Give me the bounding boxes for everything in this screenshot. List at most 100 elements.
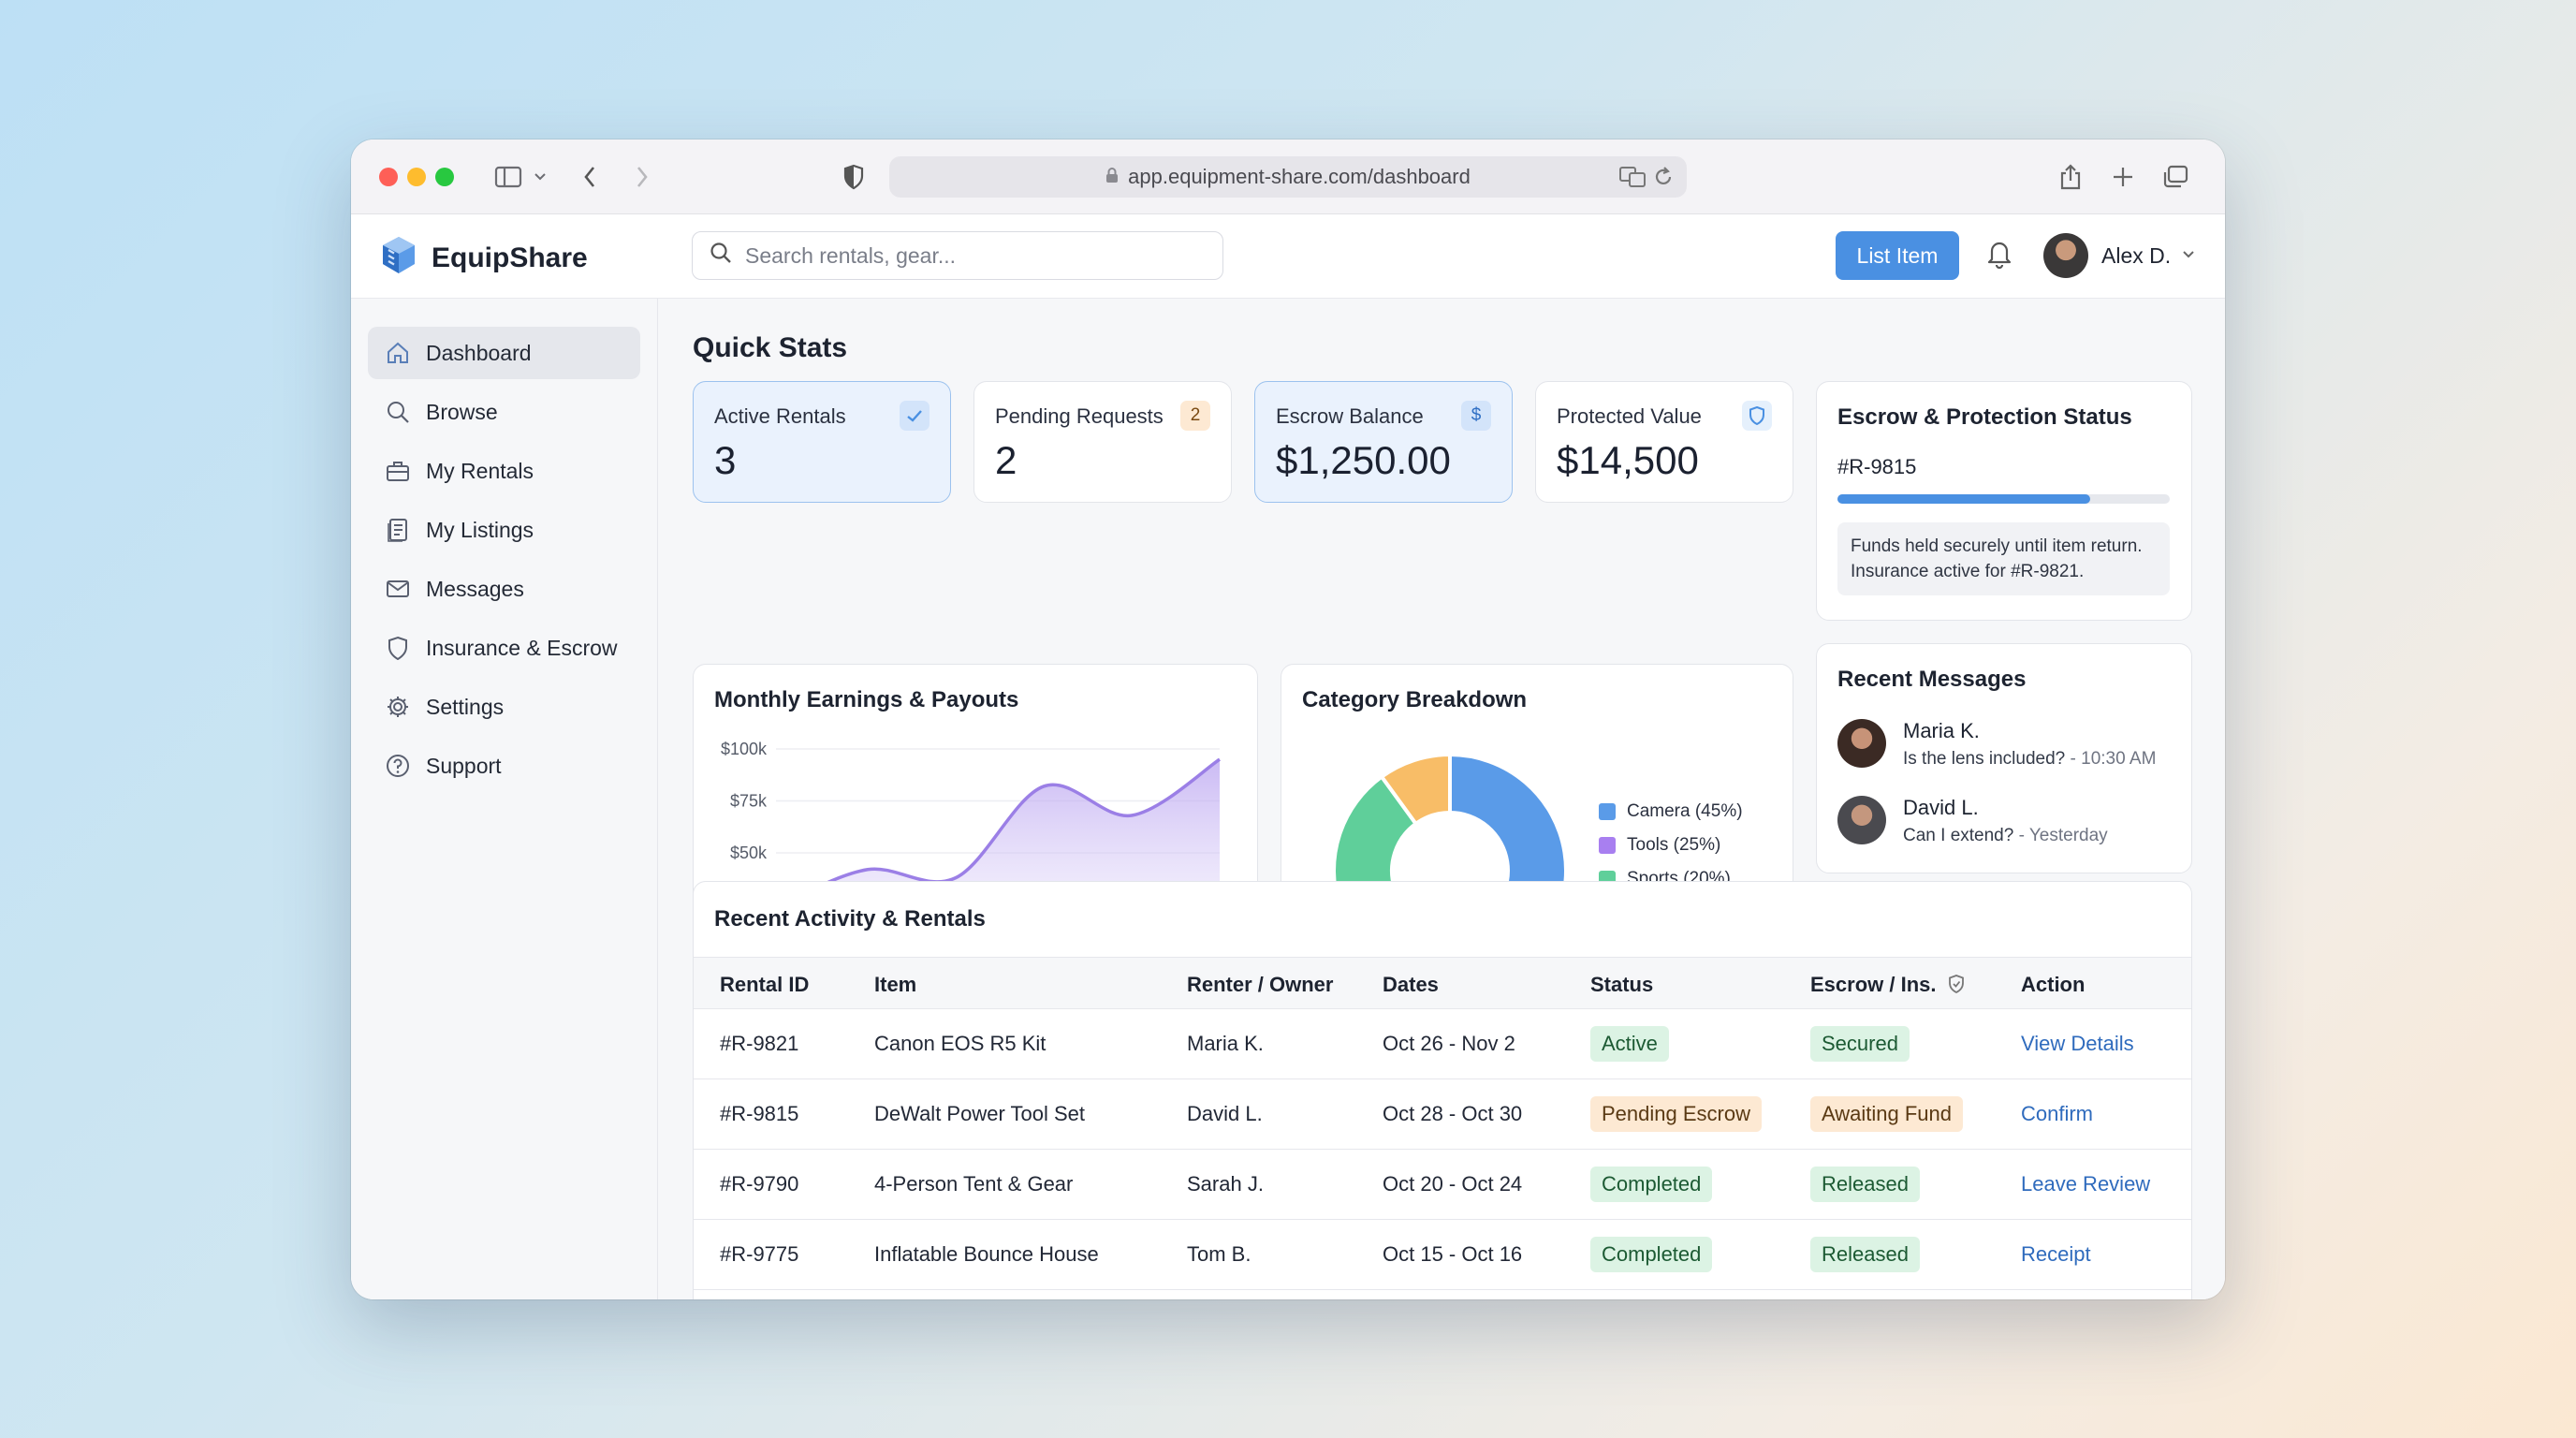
legend-label: Tools (25%) — [1627, 835, 1721, 855]
brand-logo[interactable]: EquipShare — [379, 235, 588, 281]
chevron-down-icon[interactable] — [531, 160, 549, 194]
escrow-badge: Released — [1810, 1167, 1920, 1202]
item-cell: 4-Person Tent & Gear — [874, 1172, 1074, 1196]
table-row[interactable]: #R-9821 Canon EOS R5 Kit Maria K. Oct 26 - … — [694, 1009, 2191, 1079]
reload-icon[interactable] — [1653, 166, 1674, 194]
stat-card-escrow-balance[interactable]: Escrow Balance $1,250.00 $ — [1254, 381, 1513, 503]
escrow-progress-fill — [1837, 494, 2090, 504]
notifications-bell-icon[interactable] — [1985, 237, 2013, 273]
privacy-shield-icon[interactable] — [840, 160, 868, 194]
user-menu[interactable]: Alex D. — [2043, 233, 2195, 278]
escrow-badge: Released — [1810, 1237, 1920, 1272]
quick-stats-title: Quick Stats — [693, 332, 848, 363]
tab-overview-icon[interactable] — [2161, 160, 2189, 194]
renter-owner-cell: Sarah J. — [1187, 1172, 1264, 1196]
sidebar: Dashboard Browse My Rentals My Listings … — [351, 299, 658, 1299]
row-action-link[interactable]: Receipt — [2021, 1242, 2091, 1267]
shield-icon — [385, 635, 411, 661]
maximize-window-button[interactable] — [435, 168, 454, 186]
new-tab-icon[interactable] — [2109, 160, 2137, 194]
search-icon — [710, 242, 732, 270]
message-time: - 10:30 AM — [2070, 749, 2157, 769]
search-input[interactable] — [745, 242, 1194, 269]
briefcase-icon — [385, 458, 411, 484]
share-icon[interactable] — [2056, 160, 2085, 194]
message-preview: Is the lens included? - 10:30 AM — [1903, 749, 2156, 770]
dates-cell: Oct 26 - Nov 2 — [1383, 1032, 1515, 1055]
chevron-down-icon — [2182, 247, 2195, 264]
table-header: Rental ID Item Renter / Owner Dates Stat… — [694, 957, 2191, 1009]
message-time: - Yesterday — [2018, 826, 2108, 845]
sidebar-item-label: Browse — [426, 399, 498, 424]
avatar — [1837, 719, 1886, 768]
sidebar-toggle-icon[interactable] — [490, 160, 527, 194]
table-row[interactable]: #R-9775 Inflatable Bounce House Tom B. Oct … — [694, 1220, 2191, 1290]
renter-owner-cell: David L. — [1187, 1102, 1263, 1125]
escrow-status-title: Escrow & Protection Status — [1837, 404, 2132, 430]
column-header[interactable]: Action — [2021, 973, 2085, 997]
sidebar-item-my-listings[interactable]: My Listings — [368, 504, 640, 556]
shield-icon — [1742, 401, 1772, 431]
main-content: Quick Stats Active Rentals 3 Pending Req… — [658, 299, 2225, 1299]
column-header[interactable]: Rental ID — [720, 973, 809, 997]
minimize-window-button[interactable] — [407, 168, 426, 186]
column-header[interactable]: Status — [1590, 973, 1653, 997]
item-cell: Canon EOS R5 Kit — [874, 1032, 1046, 1055]
message-item[interactable]: David L. Can I extend? - Yesterday — [1837, 796, 2108, 846]
escrow-note: Funds held securely until item return. I… — [1837, 522, 2170, 595]
row-action-link[interactable]: View Details — [2021, 1032, 2134, 1056]
column-header[interactable]: Escrow / Ins. — [1810, 973, 1965, 999]
column-header-label: Escrow / Ins. — [1810, 973, 1937, 996]
search-box[interactable] — [692, 231, 1223, 280]
rental-id-cell: #R-9775 — [720, 1242, 799, 1266]
table-row[interactable]: #R-9790 4-Person Tent & Gear Sarah J. Oct 2… — [694, 1150, 2191, 1220]
sidebar-item-label: Dashboard — [426, 340, 532, 365]
stat-card-protected-value[interactable]: Protected Value $14,500 — [1535, 381, 1793, 503]
dollar-icon: $ — [1461, 401, 1491, 431]
url-text: app.equipment-share.com/dashboard — [1128, 165, 1471, 188]
item-cell: Inflatable Bounce House — [874, 1242, 1099, 1266]
sidebar-item-label: My Rentals — [426, 458, 534, 483]
status-badge: Completed — [1590, 1237, 1713, 1272]
sidebar-item-insurance-escrow[interactable]: Insurance & Escrow — [368, 622, 640, 674]
stat-card-pending-requests[interactable]: Pending Requests 2 2 — [973, 381, 1232, 503]
home-icon — [385, 340, 411, 366]
sidebar-item-support[interactable]: Support — [368, 740, 640, 792]
table-row[interactable]: #R-9815 DeWalt Power Tool Set David L. Oct … — [694, 1079, 2191, 1150]
browser-window: app.equipment-share.com/dashboard EquipS… — [351, 139, 2225, 1299]
sidebar-item-label: Messages — [426, 576, 524, 601]
legend-item[interactable]: Camera (45%) — [1599, 801, 1743, 822]
sidebar-item-my-rentals[interactable]: My Rentals — [368, 445, 640, 497]
address-bar[interactable]: app.equipment-share.com/dashboard — [889, 156, 1687, 198]
status-badge: Active — [1590, 1026, 1669, 1062]
stat-value: 3 — [714, 438, 737, 482]
row-action-link[interactable]: Leave Review — [2021, 1172, 2150, 1196]
column-header[interactable]: Dates — [1383, 973, 1439, 997]
sidebar-item-dashboard[interactable]: Dashboard — [368, 327, 640, 379]
close-window-button[interactable] — [379, 168, 398, 186]
document-list-icon — [385, 517, 411, 543]
sidebar-item-label: Settings — [426, 694, 505, 719]
y-tick-label: $50k — [730, 844, 768, 862]
stat-label: Protected Value — [1557, 404, 1702, 428]
list-item-button[interactable]: List Item — [1836, 231, 1959, 280]
stat-value: 2 — [995, 438, 1017, 482]
row-action-link[interactable]: Confirm — [2021, 1102, 2093, 1126]
message-item[interactable]: Maria K. Is the lens included? - 10:30 A… — [1837, 719, 2156, 770]
stat-label: Escrow Balance — [1276, 404, 1424, 428]
sidebar-item-settings[interactable]: Settings — [368, 681, 640, 733]
column-header[interactable]: Item — [874, 973, 916, 997]
browser-toolbar: app.equipment-share.com/dashboard — [351, 139, 2225, 214]
forward-icon[interactable] — [628, 160, 656, 194]
legend-item[interactable]: Tools (25%) — [1599, 835, 1720, 856]
translate-icon[interactable] — [1619, 166, 1646, 194]
column-header[interactable]: Renter / Owner — [1187, 973, 1333, 997]
legend-label: Camera (45%) — [1627, 801, 1743, 821]
escrow-progress-bar — [1837, 494, 2170, 504]
sidebar-item-browse[interactable]: Browse — [368, 386, 640, 438]
stat-card-active-rentals[interactable]: Active Rentals 3 — [693, 381, 951, 503]
back-icon[interactable] — [576, 160, 604, 194]
sidebar-item-messages[interactable]: Messages — [368, 563, 640, 615]
dates-cell: Oct 28 - Oct 30 — [1383, 1102, 1523, 1125]
stat-value: $1,250.00 — [1276, 438, 1451, 482]
